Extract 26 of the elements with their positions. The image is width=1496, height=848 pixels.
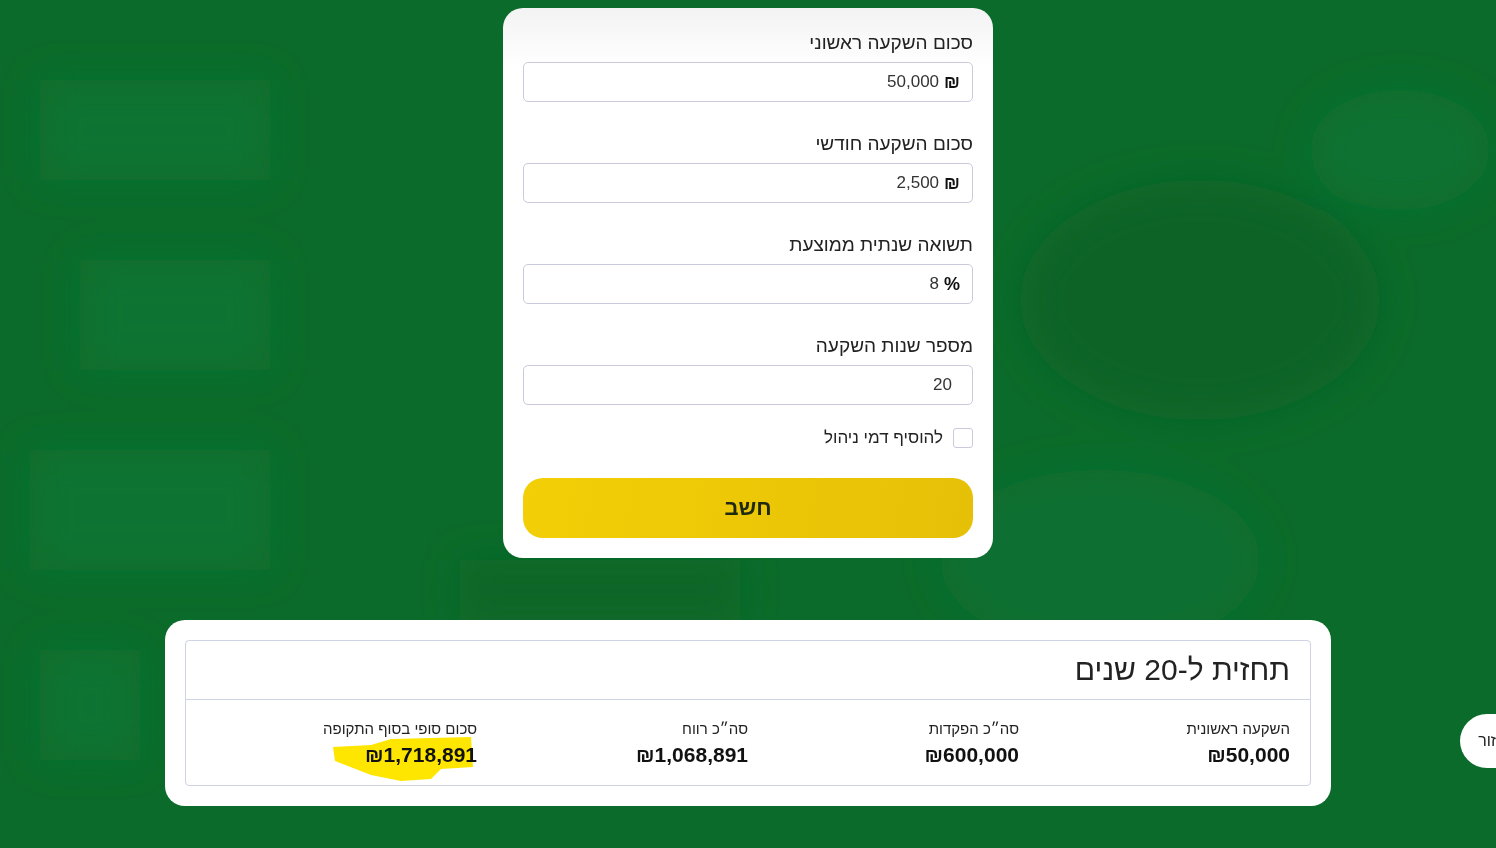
summary-label: סה״כ הפקדות [928, 720, 1019, 737]
checkbox-label: להוסיף דמי ניהול [823, 428, 943, 448]
summary-label: סה״כ רווח [682, 720, 748, 737]
input-field[interactable]: ₪ 2,500 [523, 163, 973, 203]
field-value: 50,000 [887, 72, 940, 92]
summary-value: ₪1,068,891 [636, 743, 748, 767]
field-label: מספר שנות השקעה [815, 334, 973, 358]
unit-label: ₪ [944, 172, 960, 194]
field-value: 8 [929, 274, 939, 294]
field-label: סכום השקעה ראשוני [809, 31, 973, 55]
summary-label: סכום סופי בסוף התקופה [323, 720, 477, 737]
unit-label: % [944, 273, 960, 295]
input-field[interactable]: 20 [523, 365, 973, 405]
results-title: תחזית ל-20 שנים [1074, 653, 1290, 687]
checkbox[interactable] [953, 428, 973, 448]
field-label: תשואה שנתית ממוצעת [789, 233, 973, 257]
input-field[interactable]: % 8 [523, 264, 973, 304]
summary-value: ₪50,000 [1207, 743, 1290, 767]
field-value: 20 [933, 375, 953, 395]
field-value: 2,500 [896, 173, 940, 193]
calculate-button[interactable]: חשב [523, 478, 973, 538]
summary-value: ₪600,000 [924, 743, 1019, 767]
input-field[interactable]: ₪ 50,000 [523, 62, 973, 102]
field-label: סכום השקעה חודשי [815, 132, 973, 156]
unit-label: ₪ [944, 71, 960, 93]
summary-label: השקעה ראשונית [1186, 720, 1290, 737]
